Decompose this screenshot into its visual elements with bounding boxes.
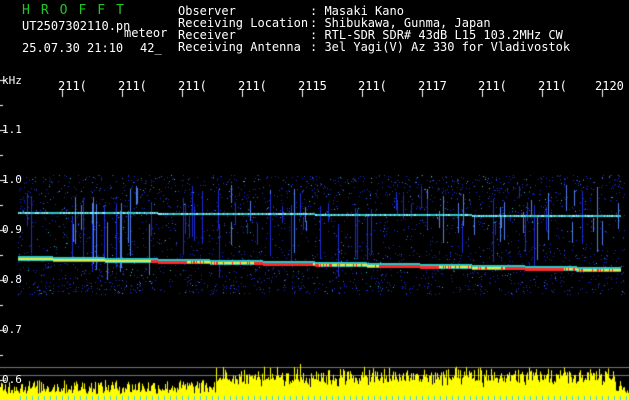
- info-values: : Masaki Kano : Shibukawa, Gunma, Japan …: [310, 5, 570, 53]
- info-value-antenna: : 3el Yagi(V) Az 330 for Vladivostok: [310, 40, 571, 54]
- brand-logo: HROFFT: [22, 3, 135, 18]
- info-labels: Observer Receiving Location Receiver Rec…: [178, 5, 308, 53]
- x-tick-label: 211(: [178, 79, 207, 93]
- x-tick-label: 2120: [595, 79, 624, 93]
- event-kind: meteor: [124, 26, 168, 40]
- x-tick-label: 211(: [238, 79, 267, 93]
- y-tick-label: 1.0: [2, 173, 22, 186]
- x-tick-label: 2117: [418, 79, 447, 93]
- y-tick-label: 0.8: [2, 273, 22, 286]
- x-tick-label: 211(: [358, 79, 387, 93]
- timestamp: 25.07.30 21:10: [22, 41, 124, 55]
- x-tick-label: 211(: [538, 79, 567, 93]
- x-tick-label: 211(: [58, 79, 87, 93]
- x-tick-label: 211(: [478, 79, 507, 93]
- y-tick-label: 0.7: [2, 323, 22, 336]
- y-tick-label: 1.1: [2, 123, 22, 136]
- info-label-antenna: Receiving Antenna: [178, 40, 301, 54]
- event-count: 42_: [140, 41, 162, 55]
- y-unit-label: kHz: [2, 74, 22, 87]
- x-tick-label: 211(: [118, 79, 147, 93]
- spectrogram-canvas: [0, 75, 629, 400]
- y-tick-label: 0.9: [2, 223, 22, 236]
- y-tick-label: 0.6: [2, 373, 22, 386]
- file-name: UT2507302110.pn: [22, 19, 131, 33]
- x-tick-label: 2115: [298, 79, 327, 93]
